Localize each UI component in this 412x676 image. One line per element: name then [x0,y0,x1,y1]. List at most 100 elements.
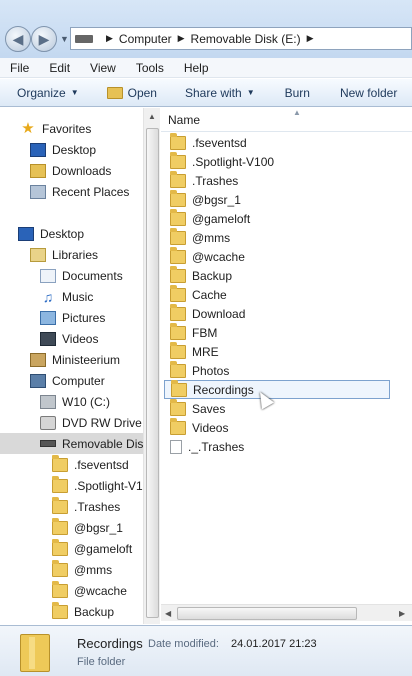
navigation-pane[interactable]: ★ Favorites Desktop Downloads Recent Plac… [0,108,160,624]
file-row[interactable]: Download [164,303,390,323]
nav-subfolder[interactable]: .fseventsd [0,454,159,475]
nav-dvd-drive[interactable]: DVD RW Drive ( [0,412,159,433]
breadcrumb-chevron-icon[interactable]: ▶ [178,33,185,44]
user-folder-icon [30,352,46,367]
nav-documents[interactable]: Documents [0,265,159,286]
nav-desktop[interactable]: Desktop [0,223,159,244]
menu-help[interactable]: Help [174,61,219,75]
scrollbar-thumb[interactable] [146,128,159,618]
nav-subfolder[interactable]: @bgsr_1 [0,517,159,538]
nav-label: Desktop [40,226,85,241]
column-header-name[interactable]: Name ▲ [161,108,412,132]
nav-subfolder[interactable]: @mms [0,559,159,580]
breadcrumb-computer[interactable]: Computer [119,32,172,46]
menu-view[interactable]: View [80,61,126,75]
file-row[interactable]: @wcache [164,246,390,266]
breadcrumb-removable-disk[interactable]: Removable Disk (E:) [191,32,301,46]
organize-button[interactable]: Organize ▼ [0,86,88,100]
horizontal-scrollbar[interactable]: ◀ ▶ [161,604,412,621]
file-row[interactable]: Photos [164,360,390,380]
nav-desktop-favorite[interactable]: Desktop [0,139,159,160]
file-row[interactable]: Cache [164,284,390,304]
nav-label: @gameloft [74,541,133,556]
nav-label: @bgsr_1 [74,520,123,535]
folder-icon [20,634,50,672]
file-row[interactable]: .fseventsd [164,132,390,152]
burn-button[interactable]: Burn [264,86,319,100]
file-row[interactable]: .Trashes [164,170,390,190]
nav-label: .Trashes [74,499,121,514]
nav-subfolder[interactable]: Backup [0,601,159,622]
details-date-value: 24.01.2017 21:23 [231,638,317,650]
nav-videos[interactable]: Videos [0,328,159,349]
folder-icon [170,398,186,416]
file-row[interactable]: @gameloft [164,208,390,228]
file-row[interactable]: @mms [164,227,390,247]
folder-icon [170,227,186,245]
file-name: .Trashes [192,173,239,188]
recent-pages-dropdown[interactable]: ▼ [60,34,69,44]
menu-tools[interactable]: Tools [126,61,174,75]
removable-disk-icon [40,440,56,447]
nav-removable-disk[interactable]: Removable Disk [0,433,159,454]
nav-music[interactable]: ♫ Music [0,286,159,307]
file-row[interactable]: Saves [164,398,390,418]
share-with-button[interactable]: Share with ▼ [166,86,264,100]
scroll-left-icon[interactable]: ◀ [165,609,171,618]
sort-indicator-icon: ▲ [293,108,301,117]
nav-label: @mms [74,562,113,577]
file-name: .fseventsd [192,135,247,150]
nav-libraries[interactable]: Libraries [0,244,159,265]
menu-edit[interactable]: Edit [39,61,80,75]
nav-pictures[interactable]: Pictures [0,307,159,328]
nav-subfolder[interactable]: .Trashes [0,496,159,517]
back-button[interactable]: ◀ [5,26,31,52]
file-list[interactable]: Name ▲ .fseventsd .Spotlight-V100 .Trash… [161,108,412,624]
address-bar[interactable]: ▶ Computer ▶ Removable Disk (E:) ▶ [70,27,412,50]
folder-icon [170,265,186,283]
file-name: @mms [192,230,231,245]
column-name-label: Name [168,112,201,127]
file-row[interactable]: Backup [164,265,390,285]
breadcrumb-chevron-icon[interactable]: ▶ [307,33,314,44]
command-bar: Organize ▼ Open Share with ▼ Burn New fold… [0,79,412,107]
folder-icon [52,538,68,556]
scroll-right-icon[interactable]: ▶ [399,609,405,618]
nav-ministeerium[interactable]: Ministeerium [0,349,159,370]
chevron-down-icon: ▼ [246,88,255,97]
breadcrumb-chevron-icon[interactable]: ▶ [106,33,113,44]
scrollbar-thumb[interactable] [177,607,357,620]
nav-recent-places[interactable]: Recent Places [0,181,159,202]
file-row-selected[interactable]: Recordings [164,379,390,399]
new-folder-label: New folder [339,85,398,100]
nav-label: Pictures [62,310,106,325]
nav-subfolder[interactable]: .Spotlight-V100 [0,475,159,496]
menu-file[interactable]: File [0,61,39,75]
folder-icon [52,559,68,577]
file-row[interactable]: FBM [164,322,390,342]
new-folder-button[interactable]: New folder [319,86,406,100]
forward-button[interactable]: ▶ [31,26,57,52]
scroll-up-icon[interactable]: ▲ [148,112,156,121]
nav-w10-drive[interactable]: W10 (C:) [0,391,159,412]
file-row[interactable]: MRE [164,341,390,361]
documents-icon [40,268,56,283]
chevron-down-icon: ▼ [70,88,79,97]
share-with-label: Share with [184,85,242,100]
nav-subfolder[interactable]: @gameloft [0,538,159,559]
nav-subfolder[interactable]: @wcache [0,580,159,601]
folder-icon [170,246,186,264]
file-row[interactable]: .Spotlight-V100 [164,151,390,171]
file-row[interactable]: Videos [164,417,390,437]
file-name: Photos [192,363,230,378]
nav-label: Recent Places [52,184,130,199]
nav-favorites[interactable]: ★ Favorites [0,118,159,139]
file-row[interactable]: ._.Trashes [164,437,390,456]
open-button[interactable]: Open [88,86,166,100]
file-row[interactable]: @bgsr_1 [164,189,390,209]
folder-icon [52,601,68,619]
nav-downloads[interactable]: Downloads [0,160,159,181]
file-name: @wcache [192,249,245,264]
nav-computer[interactable]: Computer [0,370,159,391]
navigation-scrollbar[interactable]: ▲ [143,108,160,624]
